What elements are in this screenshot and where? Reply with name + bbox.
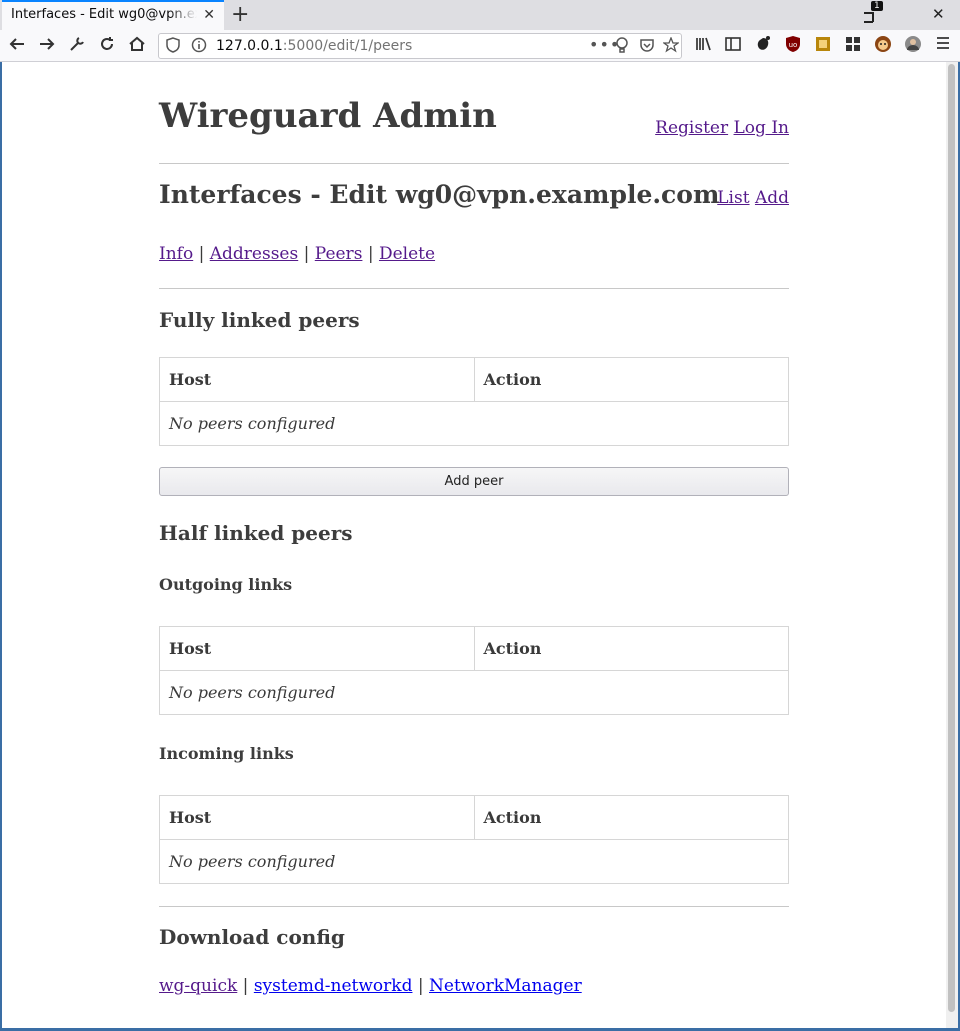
tab-title: Interfaces - Edit wg0@vpn.example.com (11, 7, 197, 22)
tray-badge: 1 (871, 1, 883, 11)
interface-actions: List Add (717, 188, 789, 208)
incoming-links-heading: Incoming links (159, 744, 294, 763)
table-row: No peers configured (159, 670, 789, 715)
pocket-icon[interactable] (639, 37, 655, 57)
page-heading: Interfaces - Edit wg0@vpn.example.com (159, 180, 720, 209)
tab-close-icon[interactable]: ✕ (203, 7, 215, 23)
menu-icon[interactable] (933, 35, 953, 55)
networkmanager-link[interactable]: NetworkManager (429, 976, 582, 996)
tab-peers[interactable]: Peers (315, 244, 363, 264)
avatar-icon[interactable] (903, 35, 923, 55)
url-path: :5000/edit/1/peers (282, 38, 413, 54)
url-text[interactable]: 127.0.0.1:5000/edit/1/peers (216, 38, 412, 54)
gnome-icon[interactable] (753, 35, 773, 55)
navigation-toolbar: 127.0.0.1:5000/edit/1/peers ••• uo (0, 30, 960, 62)
column-action: Action (473, 626, 789, 671)
info-icon[interactable] (191, 37, 207, 57)
fully-linked-table: Host Action No peers configured (159, 357, 789, 446)
back-icon[interactable] (7, 35, 27, 55)
forward-icon[interactable] (37, 35, 57, 55)
table-row: No peers configured (159, 839, 789, 884)
scrollbar-thumb[interactable] (948, 64, 955, 1012)
library-icon[interactable] (693, 35, 713, 55)
fully-linked-heading: Fully linked peers (159, 308, 360, 332)
star-icon[interactable] (662, 36, 680, 57)
systemd-networkd-link[interactable]: systemd-networkd (254, 976, 413, 996)
list-link[interactable]: List (717, 188, 749, 208)
url-bar[interactable]: 127.0.0.1:5000/edit/1/peers ••• (158, 33, 682, 59)
new-tab-icon[interactable]: + (231, 2, 249, 27)
tab-strip: Interfaces - Edit wg0@vpn.example.com ✕ … (0, 0, 960, 30)
url-host: 127.0.0.1 (216, 38, 283, 54)
header-divider (159, 163, 789, 164)
site-title: Wireguard Admin (159, 96, 497, 136)
edit-tabs: Info | Addresses | Peers | Delete (159, 244, 435, 264)
shield-icon[interactable] (166, 37, 180, 57)
auth-links: Register Log In (655, 118, 789, 138)
download-divider (159, 906, 789, 907)
scrollbar[interactable] (946, 62, 958, 1028)
add-link[interactable]: Add (755, 188, 789, 208)
tray-icon[interactable]: 1 (863, 1, 889, 28)
tab-separator: | (362, 244, 379, 264)
empty-message: No peers configured (159, 839, 789, 884)
tab-addresses[interactable]: Addresses (210, 244, 298, 264)
tab-delete[interactable]: Delete (379, 244, 435, 264)
outgoing-links-table: Host Action No peers configured (159, 626, 789, 715)
reload-icon[interactable] (97, 35, 117, 55)
half-linked-heading: Half linked peers (159, 521, 353, 545)
incoming-links-table: Host Action No peers configured (159, 795, 789, 884)
add-peer-button[interactable]: Add peer (159, 467, 789, 496)
tab-separator: | (298, 244, 315, 264)
extension-icon[interactable] (813, 35, 833, 55)
tab-separator: | (193, 244, 210, 264)
empty-message: No peers configured (159, 670, 789, 715)
outgoing-links-heading: Outgoing links (159, 575, 293, 594)
page-viewport: Wireguard Admin Register Log In Interfac… (2, 62, 946, 1028)
tab-info[interactable]: Info (159, 244, 193, 264)
empty-message: No peers configured (159, 401, 789, 446)
window-close-icon[interactable]: ✕ (932, 5, 945, 23)
monkey-icon[interactable] (873, 35, 893, 55)
column-host: Host (159, 357, 475, 402)
login-link[interactable]: Log In (734, 118, 789, 138)
link-separator: | (237, 976, 254, 996)
wg-quick-link[interactable]: wg-quick (159, 976, 237, 996)
column-host: Host (159, 795, 475, 840)
table-header-row: Host Action (159, 626, 789, 671)
tabs-divider (159, 288, 789, 289)
home-icon[interactable] (127, 35, 147, 55)
download-links: wg-quick | systemd-networkd | NetworkMan… (159, 976, 582, 996)
link-separator: | (412, 976, 430, 996)
active-tab[interactable]: Interfaces - Edit wg0@vpn.example.com ✕ (2, 0, 224, 30)
bulb-icon[interactable] (615, 37, 629, 59)
table-header-row: Host Action (159, 795, 789, 840)
download-heading: Download config (159, 925, 345, 949)
register-link[interactable]: Register (655, 118, 728, 138)
table-header-row: Host Action (159, 357, 789, 402)
ublock-icon[interactable]: uo (783, 35, 803, 55)
column-host: Host (159, 626, 475, 671)
svg-text:uo: uo (789, 41, 798, 49)
wrench-icon[interactable] (67, 35, 87, 55)
grid-icon[interactable] (843, 35, 863, 55)
column-action: Action (473, 357, 789, 402)
reader-icon[interactable] (723, 35, 743, 55)
column-action: Action (473, 795, 789, 840)
table-row: No peers configured (159, 401, 789, 446)
